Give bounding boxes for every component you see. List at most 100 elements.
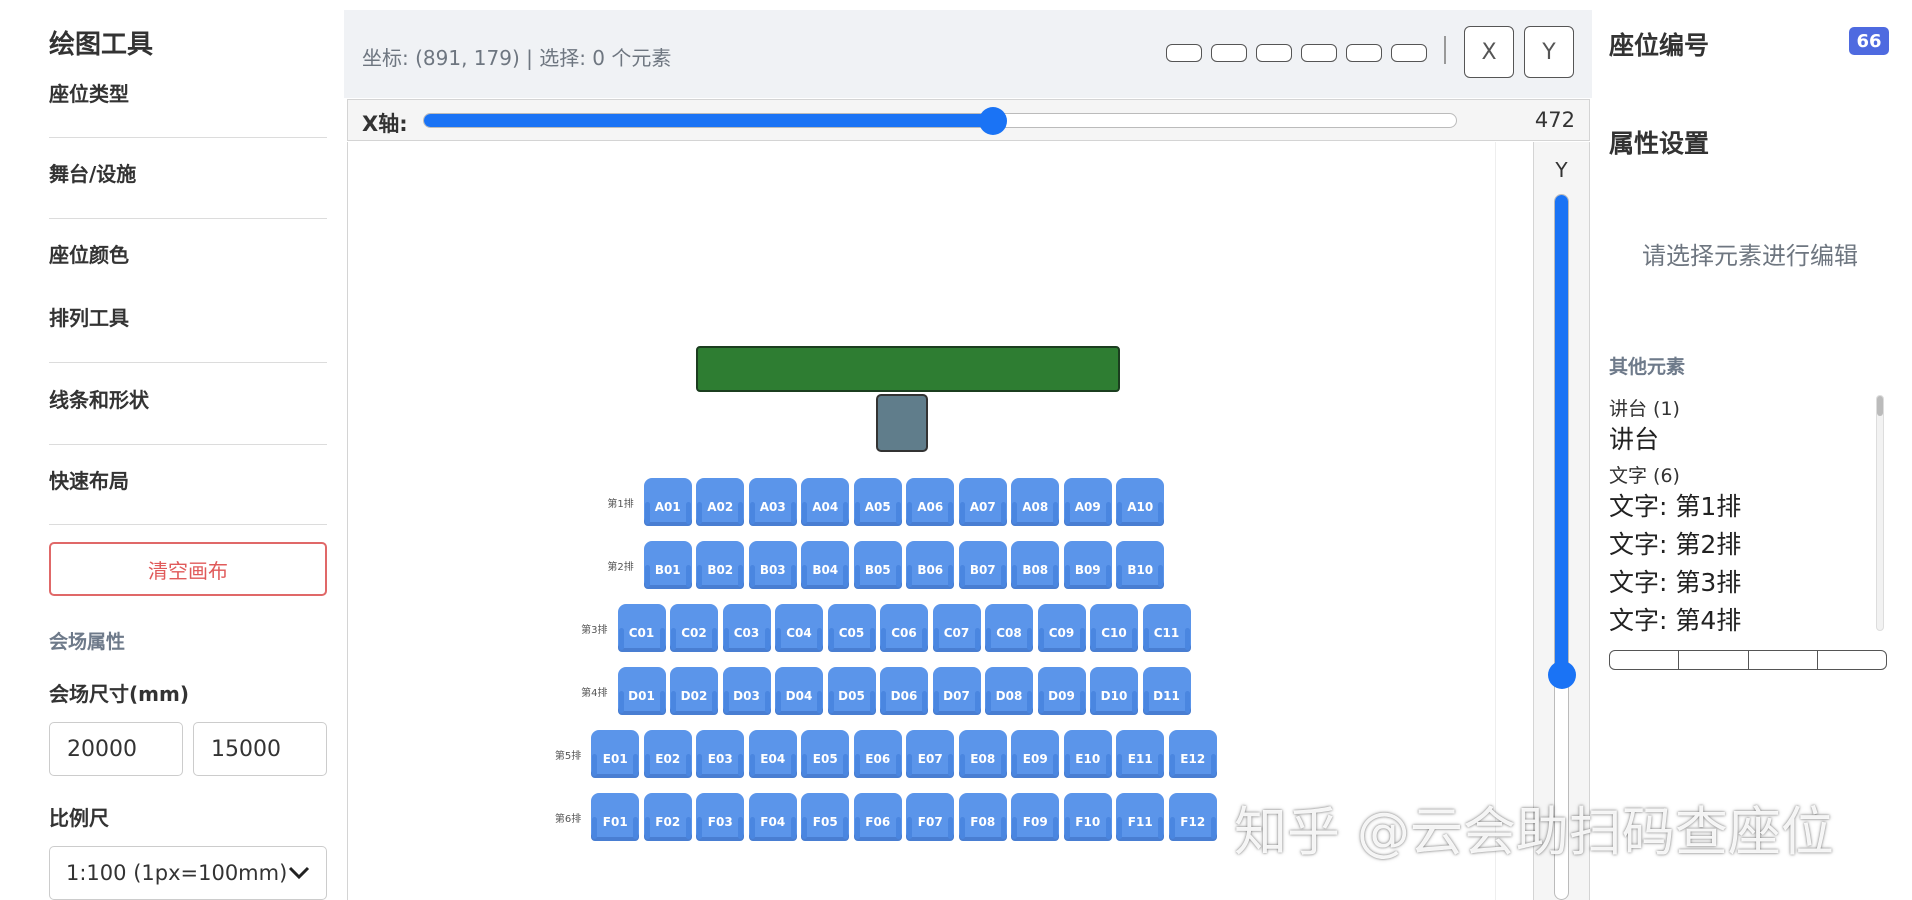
seat[interactable]: A02 — [696, 478, 745, 526]
seat[interactable]: D08 — [985, 667, 1033, 715]
seat[interactable]: C05 — [827, 604, 876, 652]
seat[interactable]: C08 — [985, 604, 1033, 652]
seat[interactable]: C04 — [775, 604, 823, 652]
seat[interactable]: F12 — [1168, 793, 1217, 841]
element-action-button-1[interactable] — [1610, 651, 1680, 669]
x-axis-slider[interactable] — [423, 107, 1457, 135]
seat[interactable]: C09 — [1037, 604, 1086, 652]
seat[interactable]: F05 — [801, 793, 850, 841]
scale-select[interactable]: 1:100 (1px=100mm) — [49, 846, 327, 900]
venue-height-input[interactable]: 15000 — [193, 722, 327, 776]
seat[interactable]: B01 — [643, 541, 692, 589]
toolbar-button-4[interactable] — [1301, 44, 1337, 62]
element-action-button-3[interactable] — [1749, 651, 1818, 669]
x-axis-slider-thumb[interactable] — [978, 107, 1007, 135]
row-label[interactable]: 第4排 — [568, 684, 607, 699]
stage[interactable] — [696, 346, 1120, 392]
seat[interactable]: D01 — [617, 667, 666, 715]
seat[interactable]: E11 — [1116, 730, 1165, 778]
seat[interactable]: D05 — [827, 667, 876, 715]
section-stage-facility[interactable]: 舞台/设施 — [49, 158, 136, 187]
section-lines-shapes[interactable]: 线条和形状 — [49, 384, 149, 413]
element-list-scrollbar[interactable] — [1876, 395, 1884, 631]
seat[interactable]: F08 — [958, 793, 1007, 841]
seat[interactable]: E06 — [853, 730, 902, 778]
seat[interactable]: A05 — [853, 478, 902, 526]
seat[interactable]: A01 — [643, 478, 692, 526]
seat[interactable]: D03 — [722, 667, 771, 715]
toolbar-button-3[interactable] — [1256, 44, 1292, 62]
list-item[interactable]: 文字: 第4排 — [1609, 602, 1887, 634]
seat[interactable]: B06 — [906, 541, 955, 589]
section-seat-type[interactable]: 座位类型 — [49, 78, 129, 107]
list-item[interactable]: 文字: 第2排 — [1609, 526, 1887, 564]
section-arrange-tools[interactable]: 排列工具 — [49, 302, 129, 331]
seat[interactable]: B02 — [696, 541, 745, 589]
seat[interactable]: A03 — [748, 478, 797, 526]
seat[interactable]: E10 — [1063, 730, 1112, 778]
seat[interactable]: F02 — [643, 793, 692, 841]
seat[interactable]: B03 — [748, 541, 797, 589]
drawing-canvas[interactable]: 第1排 A01 A02 A03 A04 A05 A06 A07 A08 A09 A10 第2排 B01 B… — [347, 142, 1533, 900]
toolbar-button-6[interactable] — [1391, 44, 1427, 62]
seat[interactable]: E01 — [591, 730, 640, 778]
list-item[interactable]: 讲台 — [1609, 421, 1887, 459]
section-quick-layout[interactable]: 快速布局 — [49, 465, 129, 494]
seat[interactable]: F09 — [1011, 793, 1060, 841]
row-label[interactable]: 第3排 — [568, 621, 607, 636]
toolbar-button-5[interactable] — [1346, 44, 1382, 62]
seat[interactable]: D02 — [670, 667, 718, 715]
seat[interactable]: A07 — [958, 478, 1007, 526]
seat[interactable]: D04 — [775, 667, 823, 715]
seat[interactable]: D07 — [932, 667, 981, 715]
row-label[interactable]: 第6排 — [541, 810, 581, 825]
venue-width-input[interactable]: 20000 — [49, 722, 183, 776]
seat[interactable]: E12 — [1168, 730, 1217, 778]
seat[interactable]: D09 — [1037, 667, 1086, 715]
seat[interactable]: E02 — [643, 730, 692, 778]
row-label[interactable]: 第5排 — [541, 747, 581, 762]
seat[interactable]: F10 — [1063, 793, 1112, 841]
seat[interactable]: F03 — [696, 793, 745, 841]
element-list-scrollbar-thumb[interactable] — [1877, 396, 1883, 416]
seat[interactable]: E08 — [958, 730, 1007, 778]
seat[interactable]: A06 — [906, 478, 955, 526]
seat[interactable]: D11 — [1142, 667, 1191, 715]
seat[interactable]: C11 — [1142, 604, 1191, 652]
seat[interactable]: F01 — [591, 793, 640, 841]
seat[interactable]: C10 — [1090, 604, 1138, 652]
seat[interactable]: E09 — [1011, 730, 1060, 778]
toolbar-button-2[interactable] — [1211, 44, 1247, 62]
seat[interactable]: B09 — [1063, 541, 1112, 589]
seat[interactable]: F04 — [748, 793, 797, 841]
seat[interactable]: D06 — [880, 667, 928, 715]
seat[interactable]: A04 — [801, 478, 850, 526]
element-action-button-4[interactable] — [1818, 651, 1886, 669]
row-label[interactable]: 第1排 — [594, 495, 633, 510]
seat[interactable]: A09 — [1063, 478, 1112, 526]
seat[interactable]: C07 — [932, 604, 981, 652]
seat[interactable]: B05 — [853, 541, 902, 589]
clear-canvas-button[interactable]: 清空画布 — [49, 542, 327, 596]
x-axis-button[interactable]: X — [1464, 26, 1514, 78]
seat[interactable]: A08 — [1011, 478, 1060, 526]
toolbar-button-1[interactable] — [1166, 44, 1202, 62]
row-label[interactable]: 第2排 — [594, 558, 633, 573]
seat[interactable]: B08 — [1011, 541, 1060, 589]
seat[interactable]: B07 — [958, 541, 1007, 589]
seat[interactable]: C01 — [617, 604, 666, 652]
seat[interactable]: D10 — [1090, 667, 1138, 715]
seat[interactable]: F11 — [1116, 793, 1165, 841]
seat[interactable]: B04 — [801, 541, 850, 589]
podium[interactable] — [876, 394, 928, 452]
y-axis-button[interactable]: Y — [1524, 26, 1574, 78]
seat[interactable]: C06 — [880, 604, 928, 652]
seat[interactable]: B10 — [1116, 541, 1165, 589]
seat[interactable]: E04 — [748, 730, 797, 778]
seat[interactable]: F06 — [853, 793, 902, 841]
seat[interactable]: E05 — [801, 730, 850, 778]
seat[interactable]: A10 — [1116, 478, 1165, 526]
seat[interactable]: C03 — [722, 604, 771, 652]
section-seat-color[interactable]: 座位颜色 — [49, 239, 129, 268]
element-action-button-2[interactable] — [1679, 651, 1749, 669]
